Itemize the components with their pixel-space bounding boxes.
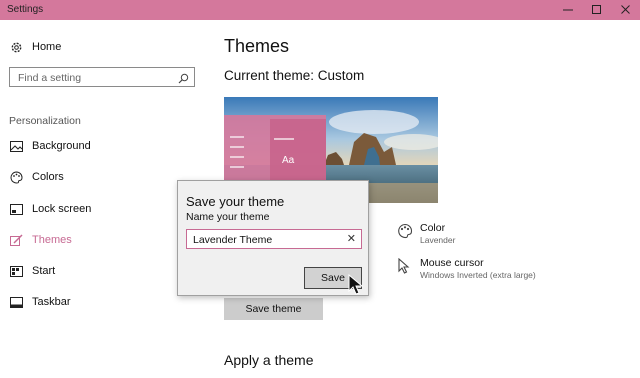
section-label: Personalization	[9, 115, 81, 127]
start-icon	[9, 264, 23, 278]
mouse-pointer-icon	[348, 273, 364, 301]
theme-name-value: Lavender Theme	[193, 234, 273, 246]
preview-sample-text: Aa	[282, 155, 295, 166]
close-icon	[621, 5, 630, 14]
current-theme-label: Current theme: Custom	[224, 68, 365, 83]
theme-name-label: Name your theme	[186, 211, 270, 223]
sidebar-item-home[interactable]: Home	[9, 37, 61, 57]
palette-icon	[9, 170, 23, 184]
sidebar-item-taskbar[interactable]: Taskbar	[9, 292, 71, 312]
brush-icon	[9, 233, 23, 247]
theme-name-input[interactable]: Lavender Theme ✕	[186, 229, 362, 249]
color-option-label: Color	[420, 222, 446, 234]
search-input[interactable]: Find a setting	[9, 67, 195, 87]
sidebar-item-label: Themes	[32, 234, 72, 246]
save-theme-dialog: Save your theme Name your theme Lavender…	[177, 180, 369, 296]
maximize-icon	[592, 5, 601, 14]
sidebar-item-label: Taskbar	[32, 296, 71, 308]
cursor-icon	[397, 257, 411, 277]
window-title: Settings	[7, 4, 44, 15]
sidebar-item-background[interactable]: Background	[9, 136, 91, 156]
maximize-button[interactable]	[583, 0, 611, 20]
sidebar-item-themes[interactable]: Themes	[9, 230, 72, 250]
sidebar-item-start[interactable]: Start	[9, 261, 55, 281]
minimize-icon	[563, 9, 573, 11]
sidebar-item-label: Lock screen	[32, 203, 92, 215]
clear-icon[interactable]: ✕	[347, 233, 356, 245]
sidebar-item-label: Start	[32, 265, 56, 277]
taskbar-icon	[9, 295, 23, 309]
sidebar-item-label: Colors	[32, 171, 64, 183]
page-title: Themes	[224, 36, 290, 56]
picture-icon	[9, 139, 23, 153]
minimize-button[interactable]	[554, 0, 582, 20]
mouse-cursor-option-label: Mouse cursor	[420, 257, 484, 269]
save-theme-button[interactable]: Save theme	[224, 298, 323, 320]
sidebar-item-label: Home	[32, 41, 62, 53]
dialog-title: Save your theme	[186, 194, 285, 209]
gear-icon	[9, 40, 23, 54]
palette-icon	[397, 223, 413, 242]
apply-theme-heading: Apply a theme	[224, 352, 314, 368]
search-icon	[178, 71, 189, 89]
lock-screen-icon	[9, 202, 23, 216]
search-placeholder: Find a setting	[18, 72, 82, 84]
color-option-value: Lavender	[420, 235, 456, 245]
close-button[interactable]	[612, 0, 640, 20]
sidebar-item-label: Background	[32, 140, 91, 152]
title-bar: Settings	[0, 0, 640, 20]
sidebar-item-colors[interactable]: Colors	[9, 167, 64, 187]
sidebar-item-lock-screen[interactable]: Lock screen	[9, 199, 91, 219]
mouse-cursor-option-value: Windows Inverted (extra large)	[420, 270, 536, 280]
